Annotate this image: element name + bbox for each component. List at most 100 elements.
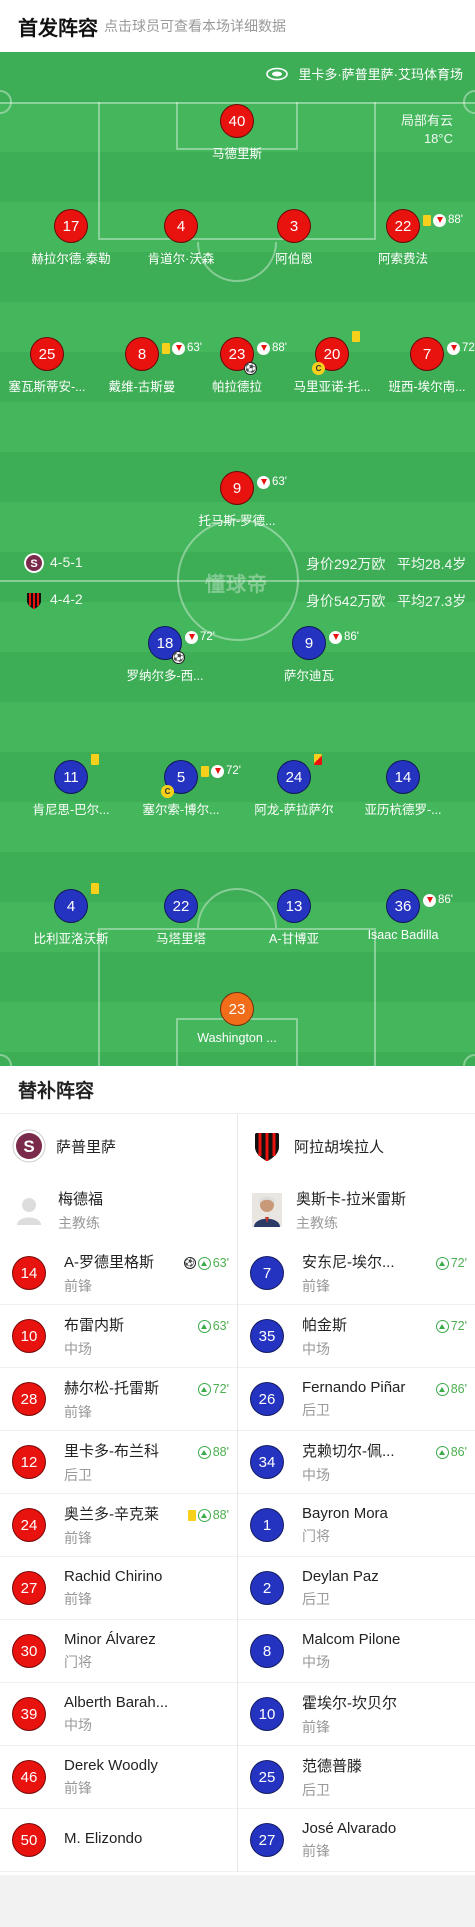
lineup-hint: 点击球员可查看本场详细数据	[104, 18, 286, 34]
player-away-m4[interactable]: 14 亚历杭德罗-...	[343, 760, 463, 818]
player-home-m5[interactable]: 7 72' 班西-埃尔南...	[367, 337, 475, 395]
sub-in-icon	[435, 1256, 449, 1270]
player-number: 11	[54, 754, 99, 794]
sub-player-row[interactable]: 1 Bayron Mora 门将	[238, 1494, 475, 1557]
saprissa-logo-icon: S	[24, 553, 44, 573]
player-home-d3[interactable]: 3 阿伯恩	[234, 209, 354, 267]
player-number-text: 23	[228, 346, 246, 363]
sub-player-row[interactable]: 8 Malcom Pilone 中场	[238, 1620, 475, 1683]
sub-position: 门将	[302, 1527, 330, 1544]
sub-player-row[interactable]: 2 Deylan Paz 后卫	[238, 1557, 475, 1620]
player-away-d1[interactable]: 4 比利亚洛沃斯	[11, 883, 131, 947]
sub-number: 34	[250, 1445, 284, 1479]
yellow-card-icon	[423, 214, 431, 226]
player-number: 3	[277, 209, 311, 243]
player-events: 86'	[423, 883, 453, 917]
sub-player-row[interactable]: 10 霍埃尔-坎贝尔 前锋	[238, 1683, 475, 1746]
away-team-name: 阿拉胡埃拉人	[294, 1138, 385, 1156]
away-avg-age: 平均27.3岁	[397, 593, 467, 609]
sub-out-icon	[257, 475, 270, 489]
sub-minute: 63'	[212, 1319, 229, 1333]
away-coach[interactable]: 奥斯卡-拉米雷斯 主教练	[238, 1178, 475, 1242]
sub-number: 14	[12, 1256, 46, 1290]
sub-player-row[interactable]: 10 布雷内斯 中场 63'	[0, 1305, 237, 1368]
player-number: 8 63'	[125, 337, 202, 371]
sub-player-row[interactable]: 26 Fernando Piñar 后卫 86'	[238, 1368, 475, 1431]
player-number: 36 86'	[386, 889, 453, 923]
subs-title: 替补阵容	[0, 1066, 475, 1114]
sub-position: 前锋	[64, 1277, 92, 1294]
sub-minute: 63'	[212, 1256, 229, 1270]
sub-player-row[interactable]: 46 Derek Woodly 前锋	[0, 1746, 237, 1809]
player-home-d2[interactable]: 4 肯道尔·沃森	[121, 209, 241, 267]
sub-player-row[interactable]: 12 里卡多-布兰科 后卫 88'	[0, 1431, 237, 1494]
player-away-f1[interactable]: 18 72' ⚽ 罗纳尔多-西...	[105, 626, 225, 684]
sub-name: 赫尔松-托雷斯	[64, 1379, 159, 1397]
sub-player-row[interactable]: 24 奥兰多-辛克莱 前锋 88'	[0, 1494, 237, 1557]
alajuelense-logo-icon	[255, 1133, 279, 1161]
sub-player-row[interactable]: 50 M. Elizondo	[0, 1809, 237, 1872]
sub-in-icon	[435, 1445, 449, 1459]
away-team-header[interactable]: 阿拉胡埃拉人	[238, 1114, 475, 1178]
bottom-padding	[0, 1875, 475, 1927]
sub-out-icon	[185, 630, 198, 644]
player-number-text: 4	[66, 898, 76, 915]
away-team-info: 4-4-2 身价542万欧 平均27.3岁	[0, 589, 475, 611]
sub-player-row[interactable]: 30 Minor Álvarez 门将	[0, 1620, 237, 1683]
sub-in-icon	[435, 1319, 449, 1333]
player-home-gk[interactable]: 40 马德里斯	[177, 104, 297, 162]
sub-events: 88'	[187, 1508, 229, 1522]
weather: 局部有云 18°C	[401, 112, 453, 148]
player-away-m2[interactable]: 5 72' C 塞尔索-博尔...	[121, 760, 241, 818]
sub-position: 后卫	[302, 1590, 330, 1607]
player-away-d4[interactable]: 36 86' Isaac Badilla	[343, 889, 463, 942]
player-away-m3[interactable]: 24 阿龙-萨拉萨尔	[234, 754, 354, 818]
sub-number: 27	[250, 1823, 284, 1857]
sub-player-row[interactable]: 27 José Alvarado 前锋	[238, 1809, 475, 1872]
player-number: 14	[386, 760, 420, 794]
home-coach[interactable]: 梅德福 主教练	[0, 1178, 237, 1242]
sub-position: 前锋	[64, 1529, 92, 1546]
sub-player-row[interactable]: 39 Alberth Barah... 中场	[0, 1683, 237, 1746]
sub-number: 10	[12, 1319, 46, 1353]
yellow-card-icon	[91, 754, 99, 765]
player-away-d2[interactable]: 22 马塔里塔	[121, 889, 241, 947]
sub-name: Bayron Mora	[302, 1504, 388, 1522]
sub-name: 范德普滕	[302, 1757, 363, 1775]
sub-player-row[interactable]: 35 帕金斯 中场 72'	[238, 1305, 475, 1368]
sub-events: 72'	[435, 1256, 467, 1270]
sub-name: Fernando Piñar	[302, 1378, 406, 1396]
player-name: 肯道尔·沃森	[147, 252, 215, 266]
player-number: 7 72'	[410, 337, 475, 371]
sub-out-icon	[211, 764, 224, 778]
coach-photo-icon	[252, 1193, 282, 1227]
sub-player-row[interactable]: 7 安东尼-埃尔... 前锋 72'	[238, 1242, 475, 1305]
sub-player-row[interactable]: 34 克赖切尔-佩... 中场 86'	[238, 1431, 475, 1494]
weather-desc: 局部有云	[400, 113, 453, 128]
player-number: 22	[164, 889, 198, 923]
sub-player-row[interactable]: 14 A-罗德里格斯 前锋 ⚽ 63'	[0, 1242, 237, 1305]
sub-player-row[interactable]: 25 范德普滕 后卫	[238, 1746, 475, 1809]
player-number: 17	[54, 209, 88, 243]
sub-number: 8	[250, 1634, 284, 1668]
sub-player-row[interactable]: 28 赫尔松-托雷斯 前锋 72'	[0, 1368, 237, 1431]
event-minute: 86'	[438, 894, 453, 906]
player-home-d4[interactable]: 22 88' 阿索费法	[343, 209, 463, 267]
subs-columns: S 萨普里萨 梅德福 主教练 14 A-罗德里格斯 前锋 ⚽ 63' 10 布雷内斯 中场 63…	[0, 1114, 475, 1872]
away-subs-list: 7 安东尼-埃尔... 前锋 72' 35 帕金斯 中场 72' 26 Fernando Piña…	[238, 1242, 475, 1872]
player-number: 22 88'	[386, 209, 463, 243]
player-home-d1[interactable]: 17 赫拉尔德·泰勒	[11, 209, 131, 267]
event-minute: 72'	[462, 342, 475, 354]
sub-number: 24	[12, 1508, 46, 1542]
player-number-text: 9	[304, 635, 314, 652]
player-number: 24	[277, 754, 322, 794]
player-number: 4	[54, 883, 99, 923]
player-home-f1[interactable]: 9 63' 托马斯-罗德...	[177, 471, 297, 529]
player-away-d3[interactable]: 13 A-甘博亚	[234, 889, 354, 947]
sub-player-row[interactable]: 27 Rachid Chirino 前锋	[0, 1557, 237, 1620]
player-away-f2[interactable]: 9 86' 萨尔迪瓦	[249, 626, 369, 684]
player-away-m1[interactable]: 11 肯尼思-巴尔...	[11, 754, 131, 818]
home-team-header[interactable]: S 萨普里萨	[0, 1114, 237, 1178]
player-away-gk[interactable]: 23 Washington ...	[177, 992, 297, 1045]
yellow-card-icon	[201, 765, 209, 777]
